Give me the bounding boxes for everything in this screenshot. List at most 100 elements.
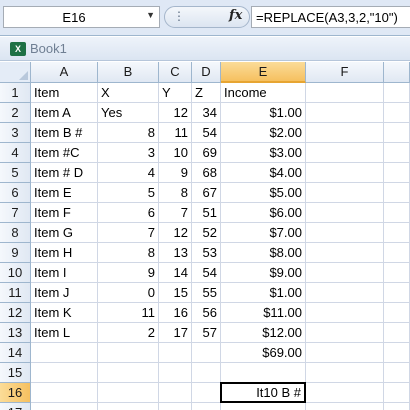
cell-e17[interactable] — [221, 403, 306, 410]
cell-d2[interactable]: 34 — [192, 103, 221, 123]
cell-next-column[interactable] — [384, 163, 410, 183]
cell-a4[interactable]: Item #C — [31, 143, 98, 163]
cell-a9[interactable]: Item H — [31, 243, 98, 263]
cell-e14[interactable]: $69.00 — [221, 343, 306, 363]
cell-c2[interactable]: 12 — [159, 103, 192, 123]
name-box[interactable]: E16 ▼ — [3, 6, 160, 28]
cell-b3[interactable]: 8 — [98, 123, 159, 143]
cell-a6[interactable]: Item E — [31, 183, 98, 203]
cell-d13[interactable]: 57 — [192, 323, 221, 343]
cell-a14[interactable] — [31, 343, 98, 363]
row-header-7[interactable]: 7 — [0, 203, 31, 223]
column-header-next[interactable] — [384, 62, 410, 83]
cell-b11[interactable]: 0 — [98, 283, 159, 303]
cell-a7[interactable]: Item F — [31, 203, 98, 223]
cell-a11[interactable]: Item J — [31, 283, 98, 303]
cell-a8[interactable]: Item G — [31, 223, 98, 243]
cell-b10[interactable]: 9 — [98, 263, 159, 283]
cell-e15[interactable] — [221, 363, 306, 383]
cell-c17[interactable] — [159, 403, 192, 410]
cell-next-column[interactable] — [384, 123, 410, 143]
cell-e5[interactable]: $4.00 — [221, 163, 306, 183]
cell-a17[interactable] — [31, 403, 98, 410]
cell-b7[interactable]: 6 — [98, 203, 159, 223]
cell-b16[interactable] — [98, 383, 159, 403]
cell-f2[interactable] — [306, 103, 384, 123]
cell-e6[interactable]: $5.00 — [221, 183, 306, 203]
cell-f14[interactable] — [306, 343, 384, 363]
cell-f6[interactable] — [306, 183, 384, 203]
cell-next-column[interactable] — [384, 83, 410, 103]
cell-b13[interactable]: 2 — [98, 323, 159, 343]
insert-function-icon[interactable]: fx — [229, 8, 242, 23]
chevron-down-icon[interactable]: ▼ — [146, 10, 155, 20]
cell-d12[interactable]: 56 — [192, 303, 221, 323]
cell-next-column[interactable] — [384, 243, 410, 263]
row-header-2[interactable]: 2 — [0, 103, 31, 123]
cell-a10[interactable]: Item I — [31, 263, 98, 283]
cell-c11[interactable]: 15 — [159, 283, 192, 303]
cell-d15[interactable] — [192, 363, 221, 383]
cell-f15[interactable] — [306, 363, 384, 383]
cell-f5[interactable] — [306, 163, 384, 183]
cell-f8[interactable] — [306, 223, 384, 243]
cell-e11[interactable]: $1.00 — [221, 283, 306, 303]
cell-a1[interactable]: Item — [31, 83, 98, 103]
column-header-f[interactable]: F — [306, 62, 384, 83]
cell-c9[interactable]: 13 — [159, 243, 192, 263]
cell-c14[interactable] — [159, 343, 192, 363]
cell-c1[interactable]: Y — [159, 83, 192, 103]
row-header-1[interactable]: 1 — [0, 83, 31, 103]
cell-d5[interactable]: 68 — [192, 163, 221, 183]
cell-c5[interactable]: 9 — [159, 163, 192, 183]
grip-icon[interactable]: ⋮ — [173, 9, 185, 23]
cell-e4[interactable]: $3.00 — [221, 143, 306, 163]
cell-a3[interactable]: Item B # — [31, 123, 98, 143]
cell-c4[interactable]: 10 — [159, 143, 192, 163]
row-header-11[interactable]: 11 — [0, 283, 31, 303]
column-header-c[interactable]: C — [159, 62, 192, 83]
cell-f11[interactable] — [306, 283, 384, 303]
cell-c12[interactable]: 16 — [159, 303, 192, 323]
cell-e7[interactable]: $6.00 — [221, 203, 306, 223]
cell-b1[interactable]: X — [98, 83, 159, 103]
cell-d17[interactable] — [192, 403, 221, 410]
cell-d11[interactable]: 55 — [192, 283, 221, 303]
cell-d10[interactable]: 54 — [192, 263, 221, 283]
row-header-8[interactable]: 8 — [0, 223, 31, 243]
cell-f9[interactable] — [306, 243, 384, 263]
cell-next-column[interactable] — [384, 343, 410, 363]
cell-f1[interactable] — [306, 83, 384, 103]
cell-c15[interactable] — [159, 363, 192, 383]
cell-next-column[interactable] — [384, 363, 410, 383]
cell-a12[interactable]: Item K — [31, 303, 98, 323]
cell-c6[interactable]: 8 — [159, 183, 192, 203]
column-header-e[interactable]: E — [221, 62, 306, 83]
cell-a5[interactable]: Item # D — [31, 163, 98, 183]
row-header-12[interactable]: 12 — [0, 303, 31, 323]
cell-e13[interactable]: $12.00 — [221, 323, 306, 343]
cell-next-column[interactable] — [384, 263, 410, 283]
cell-b15[interactable] — [98, 363, 159, 383]
cell-c16[interactable] — [159, 383, 192, 403]
cell-a15[interactable] — [31, 363, 98, 383]
row-header-6[interactable]: 6 — [0, 183, 31, 203]
cell-e10[interactable]: $9.00 — [221, 263, 306, 283]
cell-next-column[interactable] — [384, 283, 410, 303]
cell-a2[interactable]: Item A — [31, 103, 98, 123]
cell-c13[interactable]: 17 — [159, 323, 192, 343]
cell-next-column[interactable] — [384, 203, 410, 223]
cell-b9[interactable]: 8 — [98, 243, 159, 263]
row-header-5[interactable]: 5 — [0, 163, 31, 183]
row-header-9[interactable]: 9 — [0, 243, 31, 263]
column-header-b[interactable]: B — [98, 62, 159, 83]
cell-e8[interactable]: $7.00 — [221, 223, 306, 243]
cell-e3[interactable]: $2.00 — [221, 123, 306, 143]
cell-next-column[interactable] — [384, 303, 410, 323]
cell-b6[interactable]: 5 — [98, 183, 159, 203]
row-header-3[interactable]: 3 — [0, 123, 31, 143]
row-header-4[interactable]: 4 — [0, 143, 31, 163]
row-header-15[interactable]: 15 — [0, 363, 31, 383]
cell-next-column[interactable] — [384, 323, 410, 343]
column-header-d[interactable]: D — [192, 62, 221, 83]
